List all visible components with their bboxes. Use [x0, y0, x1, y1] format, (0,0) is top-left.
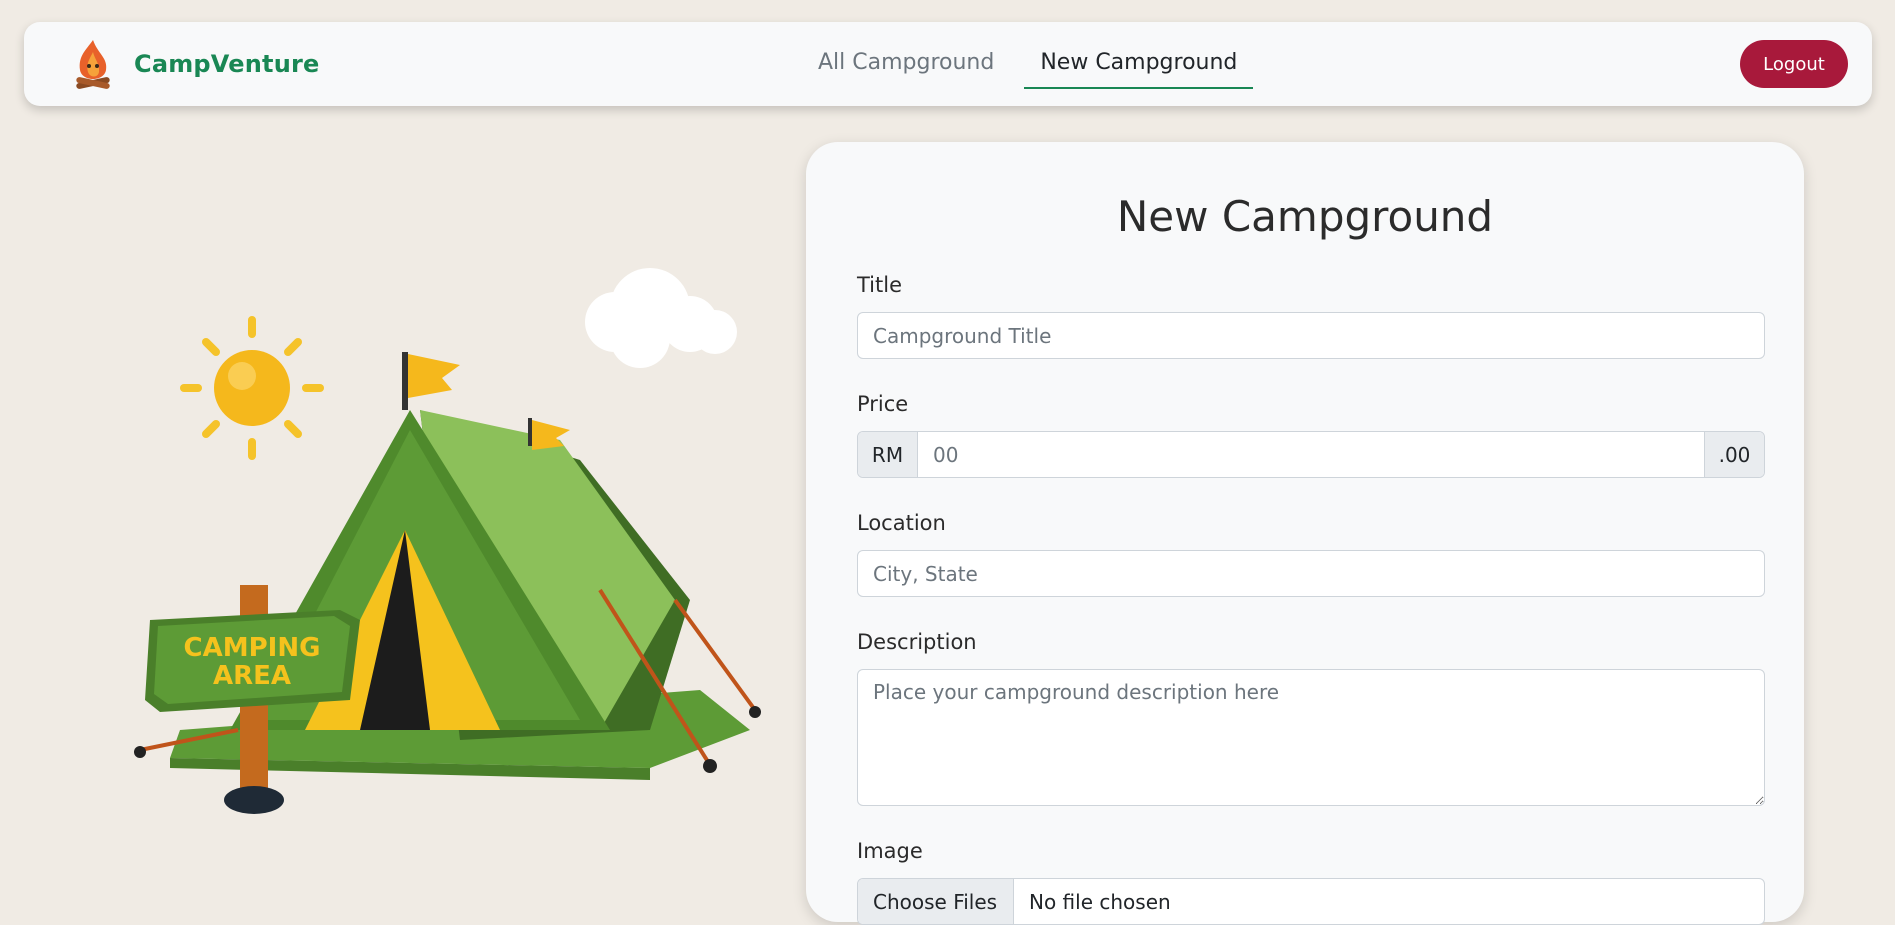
- logout-button[interactable]: Logout: [1740, 40, 1848, 88]
- image-file-input[interactable]: Choose Files No file chosen: [857, 878, 1765, 925]
- title-label: Title: [857, 273, 903, 297]
- price-input-group: RM .00: [857, 431, 1765, 478]
- nav-links: All Campground New Campground: [802, 44, 1267, 89]
- price-label: Price: [857, 392, 909, 416]
- location-input[interactable]: [857, 550, 1765, 597]
- file-status-text: No file chosen: [1029, 889, 1171, 914]
- sign-text-line2: AREA: [213, 661, 291, 691]
- new-campground-form-card: New Campground Title Price RM .00 Locati…: [806, 142, 1804, 925]
- location-label: Location: [857, 511, 946, 535]
- sign-text-line1: CAMPING: [184, 633, 321, 663]
- sun-icon: [180, 316, 324, 460]
- camping-area-sign: CAMPING AREA: [145, 610, 360, 712]
- camping-illustration: CAMPING AREA: [134, 268, 761, 814]
- brand[interactable]: CampVenture: [68, 36, 320, 92]
- campfire-logo-icon: [76, 40, 110, 89]
- navbar: CampVenture All Campground New Campgroun…: [24, 22, 1872, 106]
- price-input[interactable]: [918, 432, 1704, 477]
- nav-link-new-campground[interactable]: New Campground: [1024, 44, 1254, 89]
- cloud-icon: [585, 268, 737, 368]
- image-label: Image: [857, 839, 923, 863]
- price-suffix: .00: [1704, 432, 1764, 477]
- description-label: Description: [857, 630, 977, 654]
- nav-link-all-campground[interactable]: All Campground: [802, 44, 1010, 89]
- page-title: New Campground: [1116, 192, 1494, 241]
- price-prefix: RM: [858, 432, 918, 477]
- brand-name: CampVenture: [134, 50, 320, 78]
- choose-files-button[interactable]: Choose Files: [858, 879, 1014, 924]
- description-textarea[interactable]: [857, 669, 1765, 806]
- title-input[interactable]: [857, 312, 1765, 359]
